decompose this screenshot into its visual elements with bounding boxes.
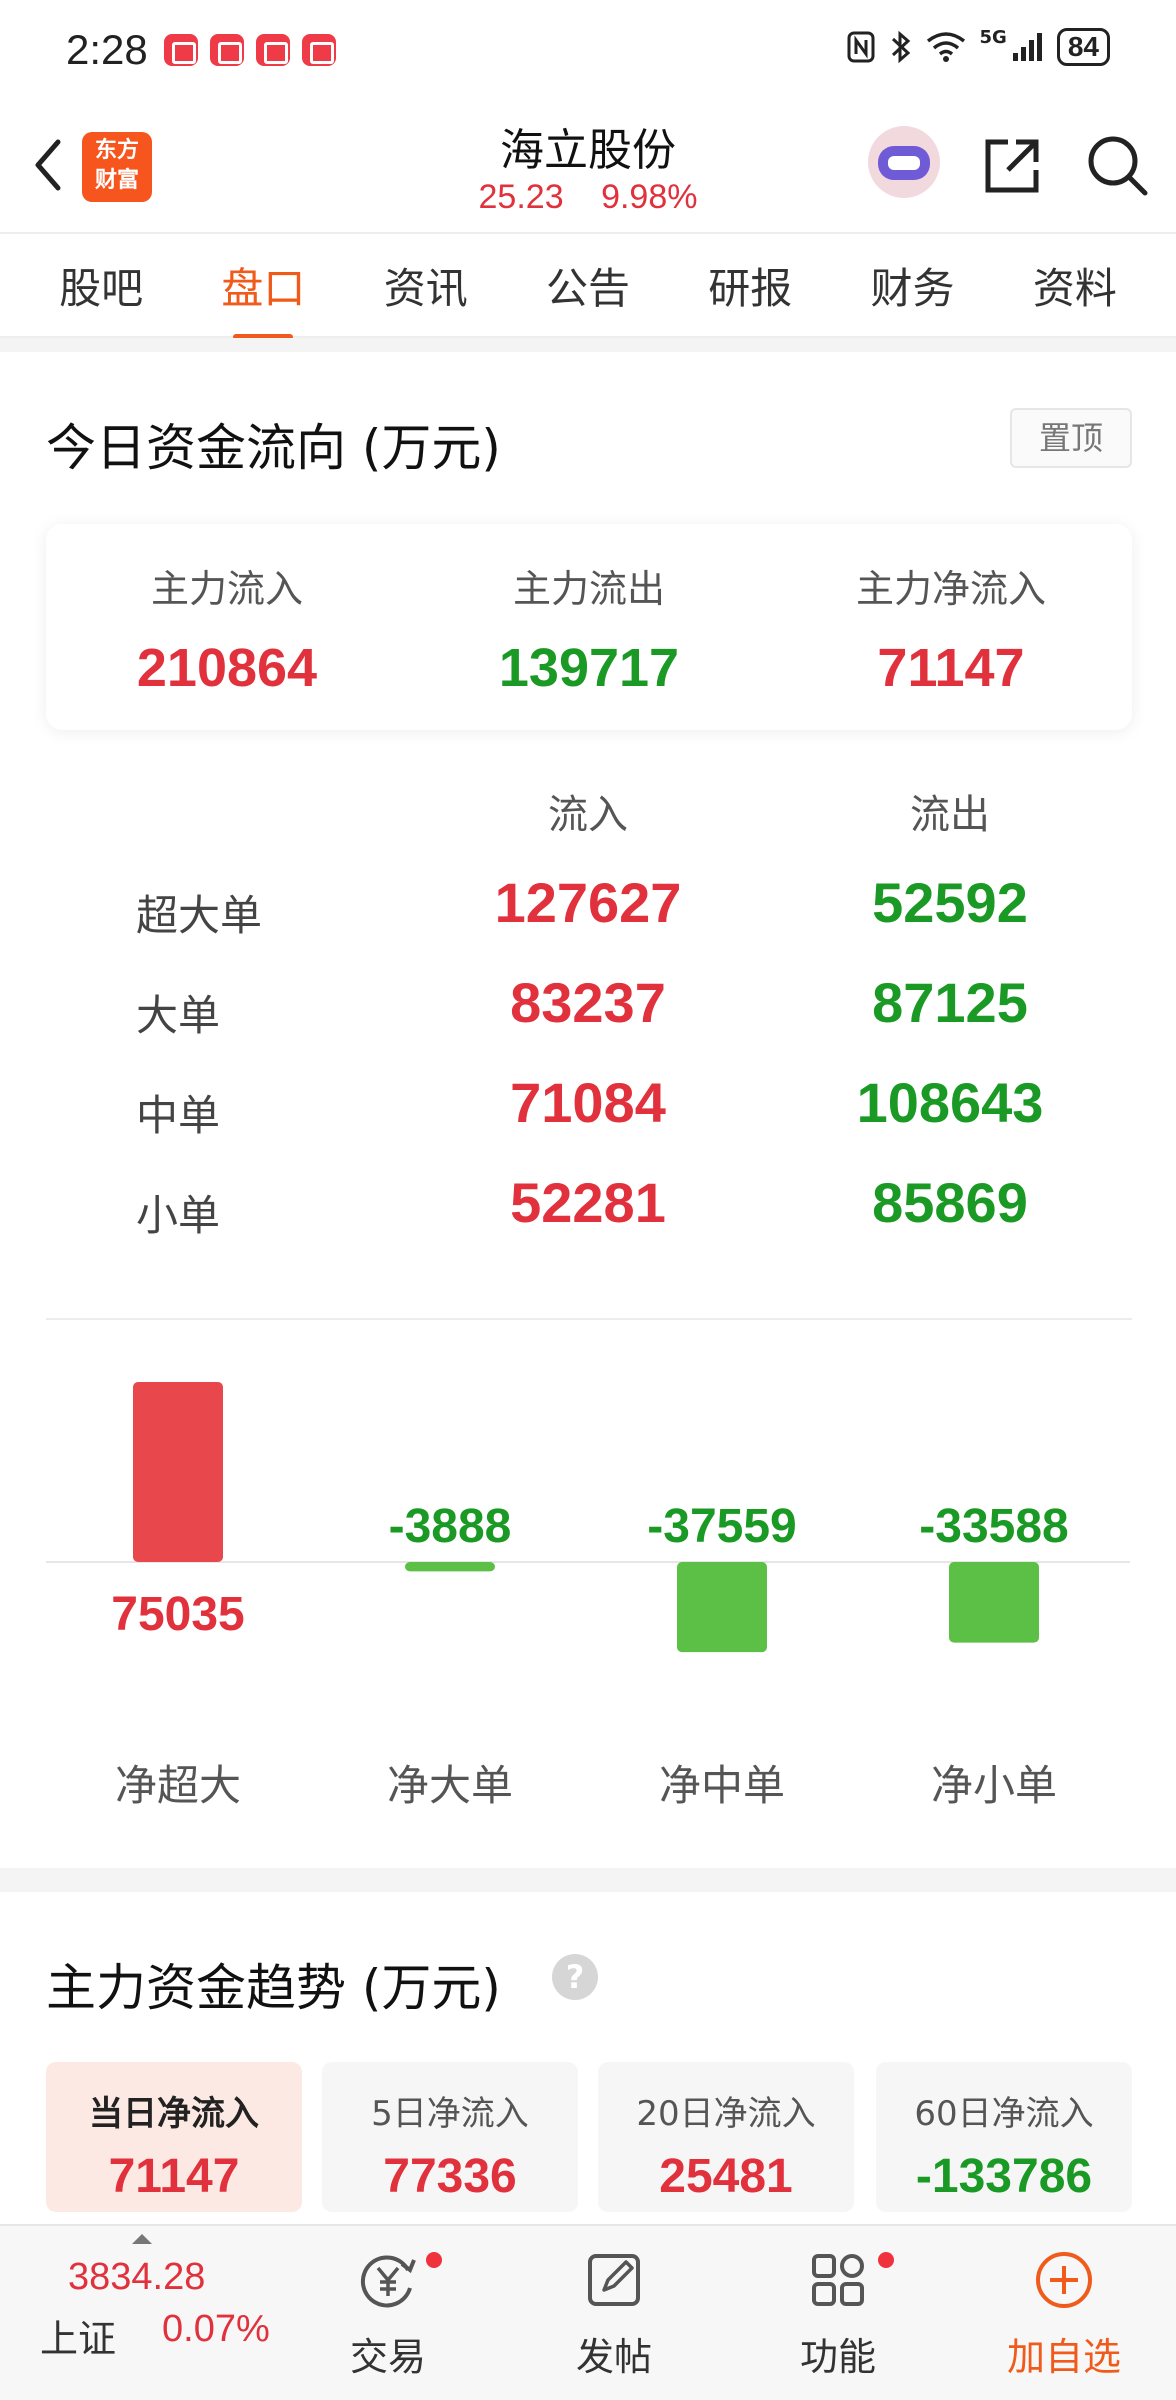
chart-category-label: 净大单 (387, 1761, 513, 1810)
tab-announcements[interactable]: 公告 (536, 255, 640, 316)
chart-bar (677, 1562, 767, 1653)
search-icon[interactable] (1084, 132, 1150, 198)
notification-icon (210, 34, 244, 66)
status-bar: 2:28 5G 84 (0, 0, 1176, 100)
nav-add-watchlist[interactable]: 加自选 (984, 2248, 1144, 2381)
bottom-navigation: 3834.28 上证 0.07% 交易 发帖 功能 加自选 (0, 2224, 1176, 2400)
table-row: 超大单 127627 52592 (136, 871, 1028, 940)
notification-icon (164, 34, 198, 66)
chart-data-label: 75035 (111, 1588, 244, 1641)
status-indicators: 5G 84 (846, 26, 1110, 66)
share-icon[interactable] (980, 134, 1044, 198)
chart-bar (405, 1562, 495, 1572)
nfc-icon (847, 31, 875, 63)
index-change[interactable]: 0.07% (162, 2308, 270, 2351)
stock-price: 25.23 (478, 178, 564, 216)
trend-card-20d[interactable]: 20日净流入 25481 (598, 2062, 854, 2212)
nav-post[interactable]: 发帖 (534, 2248, 694, 2381)
main-inflow: 主力流入 210864 (136, 567, 318, 698)
wifi-icon (926, 32, 965, 62)
badge-dot (426, 2252, 442, 2268)
tab-profile[interactable]: 资料 (1023, 255, 1127, 316)
add-circle-icon (1036, 2252, 1092, 2308)
net-flow-bar-chart: 75035 净超大 -3888 净大单 -37559 净中单 -33588 净小单 (46, 1382, 1130, 1810)
grid-apps-icon (812, 2254, 864, 2306)
table-row: 中单 71084 108643 (136, 1071, 1044, 1140)
main-net-inflow: 主力净流入 71147 (855, 567, 1046, 698)
fund-flow-summary-card: 主力流入 210864 主力流出 139717 主力净流入 71147 (46, 524, 1132, 730)
signal-icon (1012, 33, 1042, 61)
section-gap (0, 338, 1176, 352)
stock-change-pct: 9.98% (601, 178, 698, 216)
question-icon[interactable]: ? (552, 1954, 598, 2000)
inflow-column-header: 流入 (548, 792, 628, 838)
battery-icon: 84 (1056, 28, 1110, 66)
yuan-cycle-icon (360, 2255, 416, 2308)
edit-post-icon (588, 2254, 640, 2306)
table-row: 小单 52281 85869 (136, 1171, 1028, 1240)
trend-card-5d[interactable]: 5日净流入 77336 (322, 2062, 578, 2212)
network-type: 5G (979, 26, 1007, 48)
tab-research[interactable]: 研报 (698, 255, 802, 316)
divider (46, 1318, 1132, 1320)
chart-bar (133, 1382, 223, 1562)
chart-category-label: 净超大 (115, 1761, 241, 1810)
tab-news[interactable]: 资讯 (374, 255, 478, 316)
notification-icon (302, 34, 336, 66)
index-value[interactable]: 3834.28 (68, 2256, 205, 2299)
trend-card-60d[interactable]: 60日净流入 -133786 (876, 2062, 1132, 2212)
fund-flow-title: 今日资金流向 (万元) (46, 419, 501, 477)
stock-header: 东方财富 海立股份 25.23 9.98% (0, 100, 1176, 232)
pin-to-top-button[interactable]: 置顶 (1010, 408, 1132, 468)
tab-pankou[interactable]: 盘口 (211, 255, 315, 340)
outflow-column-header: 流出 (910, 792, 990, 838)
chart-data-label: -3888 (389, 1500, 512, 1553)
chart-data-label: -37559 (647, 1500, 796, 1553)
table-row: 大单 83237 87125 (136, 971, 1028, 1040)
ai-assistant-icon[interactable] (868, 126, 940, 198)
chart-bar (949, 1562, 1039, 1643)
caret-up-icon (132, 2234, 152, 2244)
trend-title: 主力资金趋势 (万元) (46, 1959, 501, 2017)
section-tabs: 股吧 盘口 资讯 公告 研报 财务 资料 (0, 232, 1176, 340)
nav-trade[interactable]: 交易 (308, 2248, 468, 2381)
chart-category-label: 净小单 (931, 1761, 1057, 1810)
chart-category-label: 净中单 (659, 1761, 785, 1810)
tab-finance[interactable]: 财务 (861, 255, 965, 316)
badge-dot (878, 2252, 894, 2268)
chart-data-label: -33588 (919, 1500, 1068, 1553)
bluetooth-icon (891, 30, 910, 64)
section-gap (0, 1868, 1176, 1892)
notification-icon (256, 34, 290, 66)
main-outflow: 主力流出 139717 (498, 567, 680, 698)
status-time: 2:28 (66, 26, 148, 73)
tab-guba[interactable]: 股吧 (49, 255, 153, 316)
nav-functions[interactable]: 功能 (758, 2248, 918, 2381)
index-name[interactable]: 上证 (40, 2308, 116, 2363)
trend-card-today[interactable]: 当日净流入 71147 (46, 2062, 302, 2212)
